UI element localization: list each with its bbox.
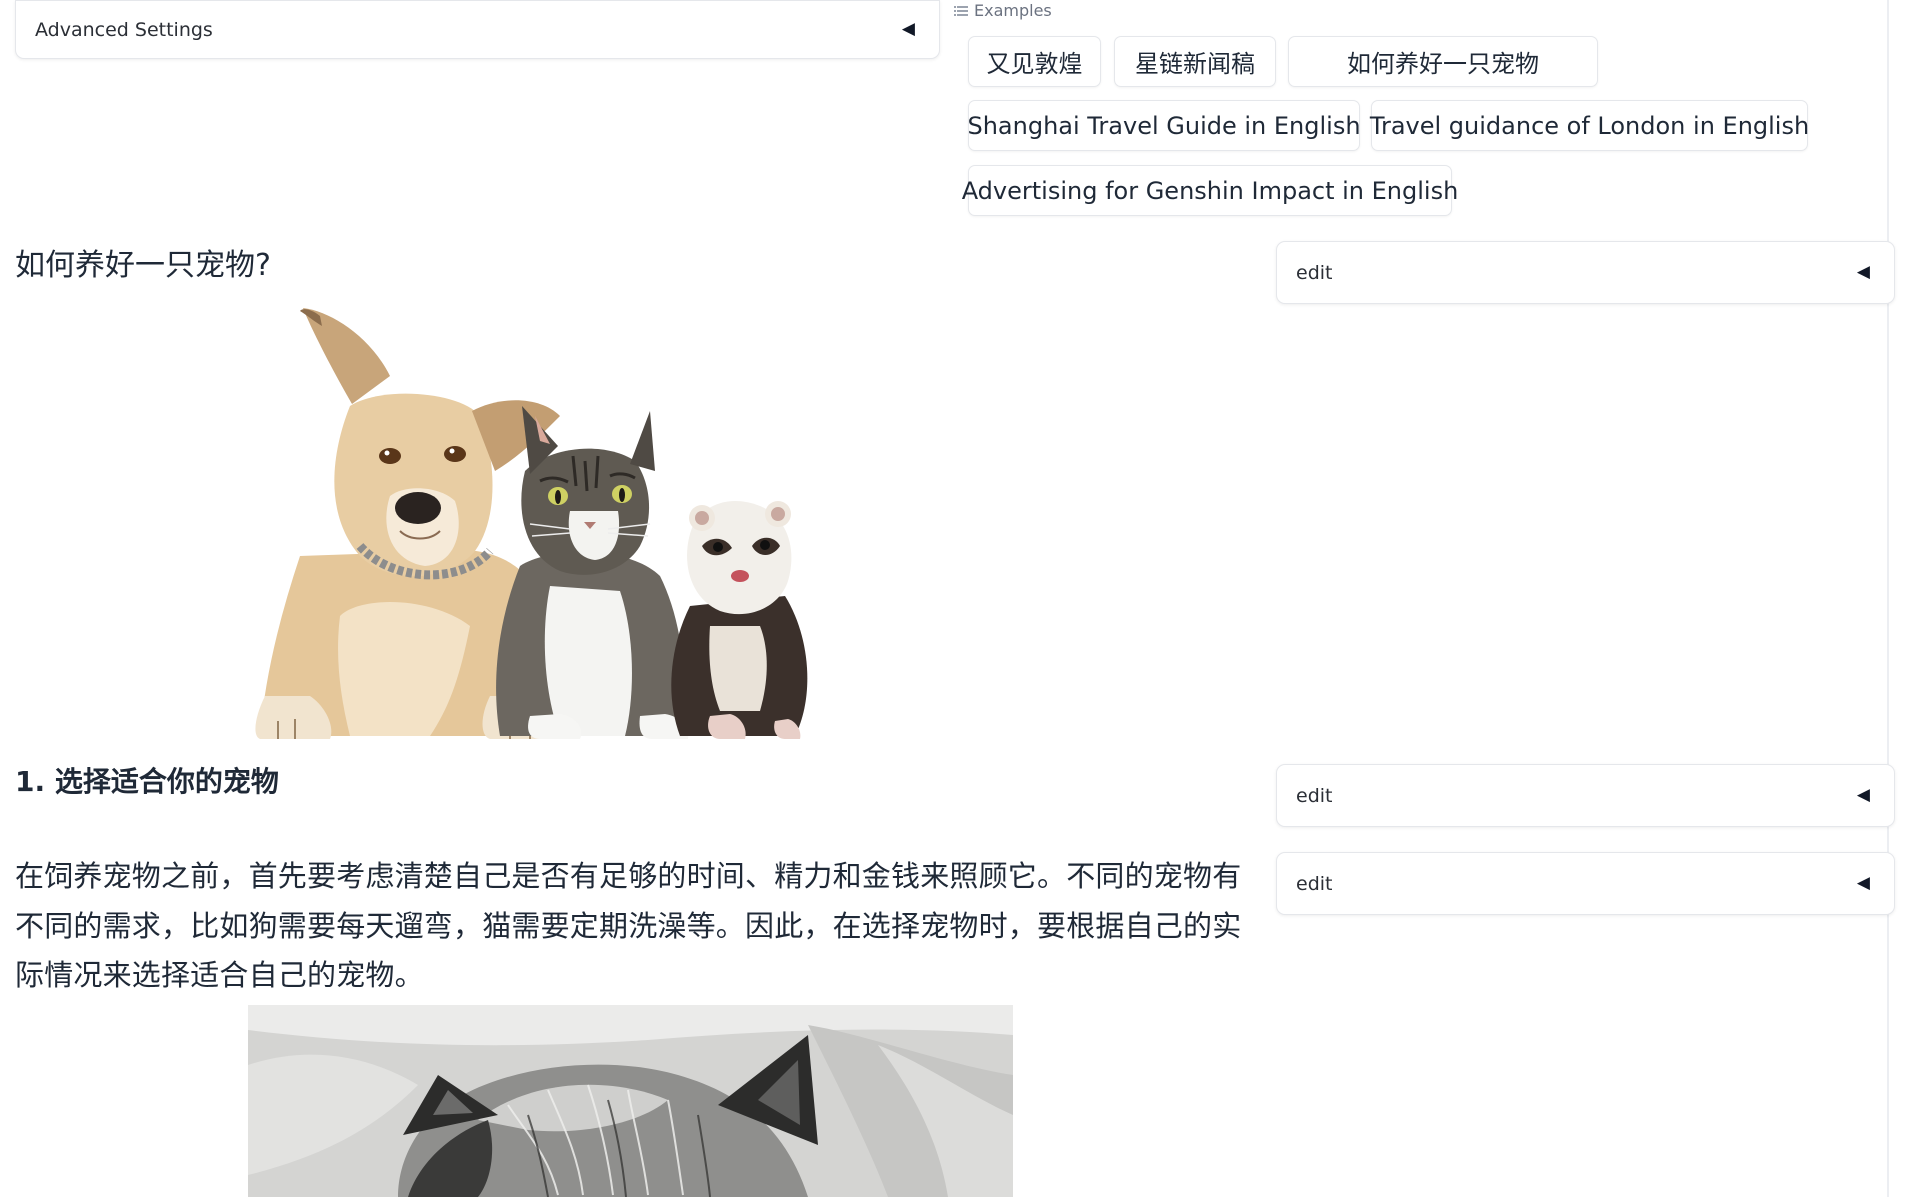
examples-label: Examples [974, 1, 1052, 20]
scrollbar-track[interactable] [1887, 0, 1889, 1197]
edit-label: edit [1296, 261, 1333, 284]
examples-header: Examples [954, 1, 1052, 20]
pets-image [255, 308, 808, 739]
cat-photo [248, 1005, 1013, 1197]
example-chip[interactable]: 星链新闻稿 [1114, 36, 1276, 87]
collapse-arrow-icon[interactable]: ◀ [902, 21, 915, 38]
edit-accordion[interactable]: edit ◀ [1276, 764, 1895, 827]
ferret-illustration [671, 501, 808, 739]
collapse-arrow-icon[interactable]: ◀ [1857, 875, 1870, 892]
example-chip[interactable]: 又见敦煌 [968, 36, 1101, 87]
app-page: Advanced Settings ◀ Examples 又见敦煌 星链新闻稿 … [0, 0, 1912, 1197]
list-icon [954, 5, 968, 16]
article-title: 如何养好一只宠物? [15, 248, 271, 283]
edit-accordion[interactable]: edit ◀ [1276, 852, 1895, 915]
example-chip[interactable]: Travel guidance of London in English [1370, 100, 1809, 151]
edit-label: edit [1296, 872, 1333, 895]
collapse-arrow-icon[interactable]: ◀ [1857, 787, 1870, 804]
example-chip[interactable]: Shanghai Travel Guide in English [967, 100, 1361, 151]
edit-label: edit [1296, 784, 1333, 807]
collapse-arrow-icon[interactable]: ◀ [1857, 264, 1870, 281]
edit-accordion[interactable]: edit ◀ [1276, 241, 1895, 304]
example-chip[interactable]: 如何养好一只宠物 [1288, 36, 1598, 87]
section-heading: 1. 选择适合你的宠物 [15, 765, 279, 798]
section-paragraph: 在饲养宠物之前，首先要考虑清楚自己是否有足够的时间、精力和金钱来照顾它。不同的宠… [15, 859, 1242, 992]
advanced-settings-label: Advanced Settings [35, 18, 213, 41]
advanced-settings-accordion[interactable]: Advanced Settings ◀ [15, 0, 940, 59]
example-chip[interactable]: Advertising for Genshin Impact in Englis… [962, 165, 1458, 216]
cat-illustration [496, 406, 689, 739]
